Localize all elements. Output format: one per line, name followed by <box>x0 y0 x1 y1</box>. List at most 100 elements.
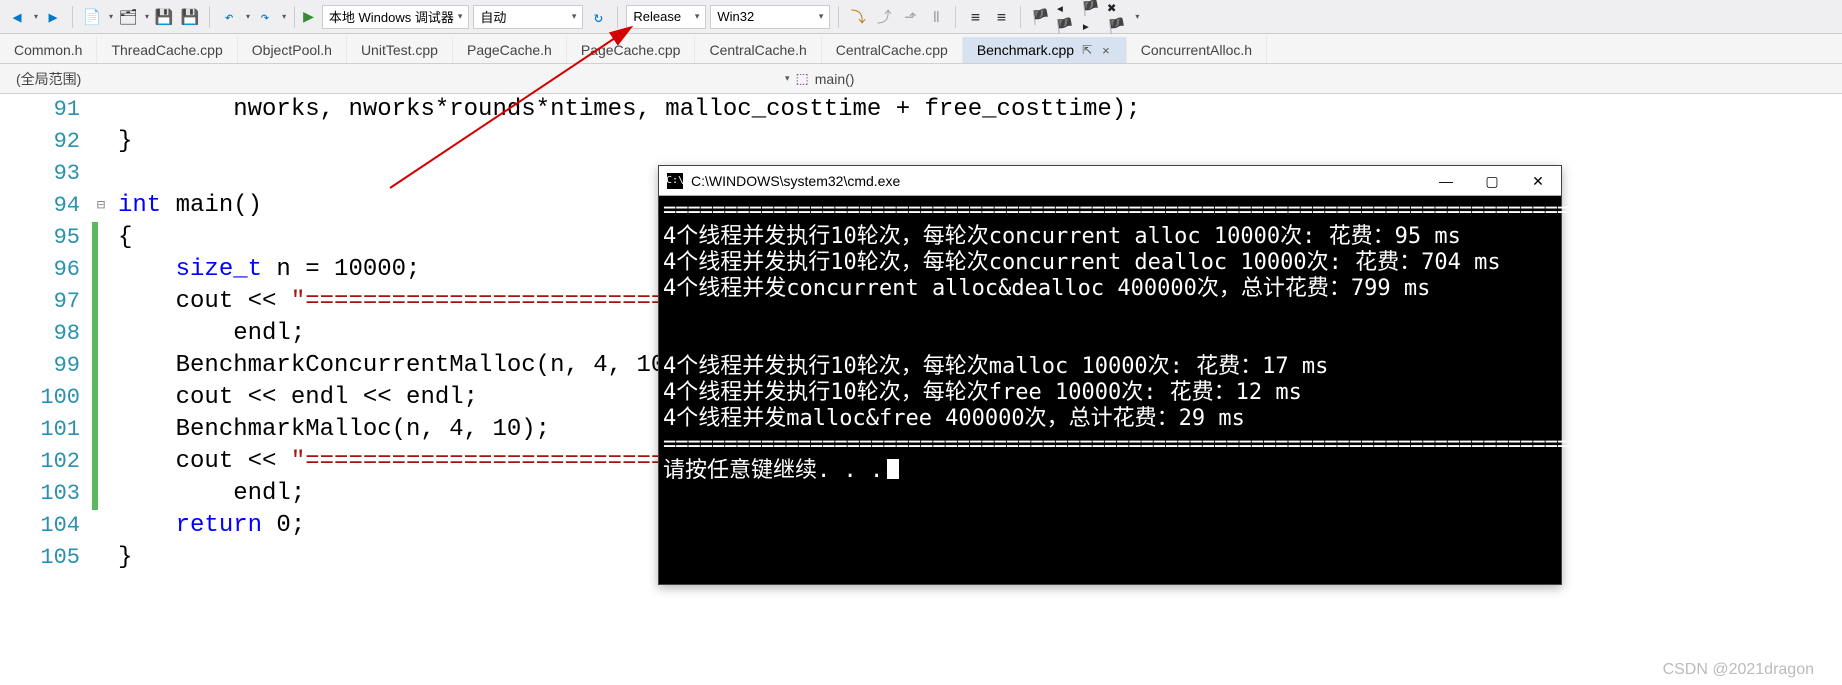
cmd-window: C:\ C:\WINDOWS\system32\cmd.exe — ▢ ✕ ==… <box>658 165 1562 585</box>
tab-label: CentralCache.cpp <box>836 42 948 58</box>
scope-bar: (全局范围) ▾ ⬚ main() <box>0 64 1842 94</box>
rule-line: ========================================… <box>663 198 1557 224</box>
debugger-dropdown[interactable]: 本地 Windows 调试器▾ <box>322 5 470 29</box>
redo-icon[interactable]: ↷ <box>254 6 276 28</box>
code-line[interactable]: 92} <box>0 126 1842 158</box>
modification-bar <box>92 94 98 126</box>
comment-icon[interactable]: ≡ <box>964 6 986 28</box>
modification-bar <box>92 382 98 414</box>
bookmark-prev-icon[interactable]: ◂🏴 <box>1055 6 1077 28</box>
nav-back-icon[interactable]: ◀ <box>6 6 28 28</box>
tab-label: PageCache.cpp <box>581 42 681 58</box>
bookmark-next-icon[interactable]: 🏴▸ <box>1081 6 1103 28</box>
output-line: 4个线程并发malloc&free 400000次，总计花费：29 ms <box>663 406 1557 432</box>
play-icon: ▶ <box>303 8 314 25</box>
line-number: 95 <box>0 222 92 254</box>
cmd-title: C:\WINDOWS\system32\cmd.exe <box>691 168 900 194</box>
tab-label: UnitTest.cpp <box>361 42 438 58</box>
line-number: 102 <box>0 446 92 478</box>
modification-bar <box>92 318 98 350</box>
step-into-icon[interactable]: ⤵ <box>847 6 869 28</box>
output-line: 4个线程并发执行10轮次，每轮次free 10000次: 花费：12 ms <box>663 380 1557 406</box>
config-dropdown[interactable]: Release▾ <box>626 5 706 29</box>
code-text[interactable]: endl; <box>100 478 305 510</box>
code-text[interactable]: int main() <box>100 190 262 222</box>
editor-tabs: Common.h ThreadCache.cpp ObjectPool.h UnitT… <box>0 34 1842 64</box>
nav-fwd-icon[interactable]: ▶ <box>42 6 64 28</box>
bookmark-icon[interactable]: 🏴 <box>1029 6 1051 28</box>
tab-common-h[interactable]: Common.h <box>0 37 97 63</box>
save-all-icon[interactable]: 💾 <box>179 6 201 28</box>
new-file-icon[interactable]: 📄 <box>81 6 103 28</box>
tab-label: ObjectPool.h <box>252 42 332 58</box>
code-text[interactable]: nworks, nworks*rounds*ntimes, malloc_cos… <box>100 94 1141 126</box>
function-icon: ⬚ <box>796 70 809 87</box>
main-toolbar: ◀▾ ▶ 📄▾ 🗂▾ 💾 💾 ↶▾ ↷▾ ▶ 本地 Windows 调试器▾ 自… <box>0 0 1842 34</box>
code-text[interactable]: return 0; <box>100 510 305 542</box>
tab-objectpool-h[interactable]: ObjectPool.h <box>238 37 347 63</box>
tab-concurrentalloc-h[interactable]: ConcurrentAlloc.h <box>1127 37 1267 63</box>
modification-bar <box>92 350 98 382</box>
tab-label: PageCache.h <box>467 42 552 58</box>
code-line[interactable]: 91 nworks, nworks*rounds*ntimes, malloc_… <box>0 94 1842 126</box>
modification-bar <box>92 446 98 478</box>
modification-bar <box>92 254 98 286</box>
modification-bar <box>92 542 98 574</box>
scope-global[interactable]: (全局范围) <box>0 69 785 89</box>
modification-bar <box>92 286 98 318</box>
fold-toggle-icon[interactable]: ⊟ <box>95 190 107 222</box>
pin-icon[interactable]: ⇱ <box>1082 43 1092 57</box>
line-number: 104 <box>0 510 92 542</box>
tab-label: ThreadCache.cpp <box>111 42 222 58</box>
platform-dropdown[interactable]: Win32▾ <box>710 5 830 29</box>
code-text[interactable] <box>100 158 118 190</box>
tab-centralcache-cpp[interactable]: CentralCache.cpp <box>822 37 963 63</box>
cmd-body: ========================================… <box>659 196 1561 486</box>
code-text[interactable]: BenchmarkMalloc(n, 4, 10); <box>100 414 550 446</box>
minimize-button[interactable]: — <box>1423 166 1469 196</box>
tab-pagecache-h[interactable]: PageCache.h <box>453 37 567 63</box>
output-line: 4个线程并发执行10轮次，每轮次concurrent alloc 10000次:… <box>663 224 1557 250</box>
cmd-titlebar[interactable]: C:\ C:\WINDOWS\system32\cmd.exe — ▢ ✕ <box>659 166 1561 196</box>
modification-bar <box>92 414 98 446</box>
code-text[interactable]: size_t n = 10000; <box>100 254 420 286</box>
line-number: 91 <box>0 94 92 126</box>
step-over-icon[interactable]: ⤴ <box>873 6 895 28</box>
bookmark-clear-icon[interactable]: ✖🏴 <box>1107 6 1129 28</box>
close-button[interactable]: ✕ <box>1515 166 1561 196</box>
line-number: 92 <box>0 126 92 158</box>
tab-label: Common.h <box>14 42 82 58</box>
modification-bar <box>92 478 98 510</box>
step-icon[interactable]: Ⅱ <box>925 6 947 28</box>
code-text[interactable]: BenchmarkConcurrentMalloc(n, 4, 10); <box>100 350 694 382</box>
modification-bar <box>92 222 98 254</box>
tab-benchmark-cpp[interactable]: Benchmark.cpp⇱× <box>963 37 1127 63</box>
output-line: 4个线程并发concurrent alloc&dealloc 400000次，总… <box>663 276 1557 302</box>
tab-pagecache-cpp[interactable]: PageCache.cpp <box>567 37 696 63</box>
code-text[interactable]: cout << endl << endl; <box>100 382 478 414</box>
tab-threadcache-cpp[interactable]: ThreadCache.cpp <box>97 37 237 63</box>
open-file-icon[interactable]: 🗂 <box>117 6 139 28</box>
tab-label: ConcurrentAlloc.h <box>1141 42 1252 58</box>
auto-dropdown[interactable]: 自动▾ <box>473 5 583 29</box>
line-number: 96 <box>0 254 92 286</box>
line-number: 99 <box>0 350 92 382</box>
scope-function[interactable]: ⬚ main() <box>796 70 855 87</box>
tab-centralcache-h[interactable]: CentralCache.h <box>695 37 821 63</box>
line-number: 94 <box>0 190 92 222</box>
code-text[interactable]: { <box>100 222 132 254</box>
step-out-icon[interactable]: ⬏ <box>899 6 921 28</box>
refresh-icon[interactable]: ↻ <box>587 6 609 28</box>
code-text[interactable]: endl; <box>100 318 305 350</box>
code-text[interactable]: } <box>100 126 132 158</box>
save-icon[interactable]: 💾 <box>153 6 175 28</box>
close-tab-icon[interactable]: × <box>1100 43 1112 58</box>
output-line: 4个线程并发执行10轮次，每轮次concurrent dealloc 10000… <box>663 250 1557 276</box>
undo-icon[interactable]: ↶ <box>218 6 240 28</box>
cmd-icon: C:\ <box>667 173 683 189</box>
tab-unittest-cpp[interactable]: UnitTest.cpp <box>347 37 453 63</box>
uncomment-icon[interactable]: ≡ <box>990 6 1012 28</box>
code-text[interactable]: } <box>100 542 132 574</box>
maximize-button[interactable]: ▢ <box>1469 166 1515 196</box>
line-number: 98 <box>0 318 92 350</box>
